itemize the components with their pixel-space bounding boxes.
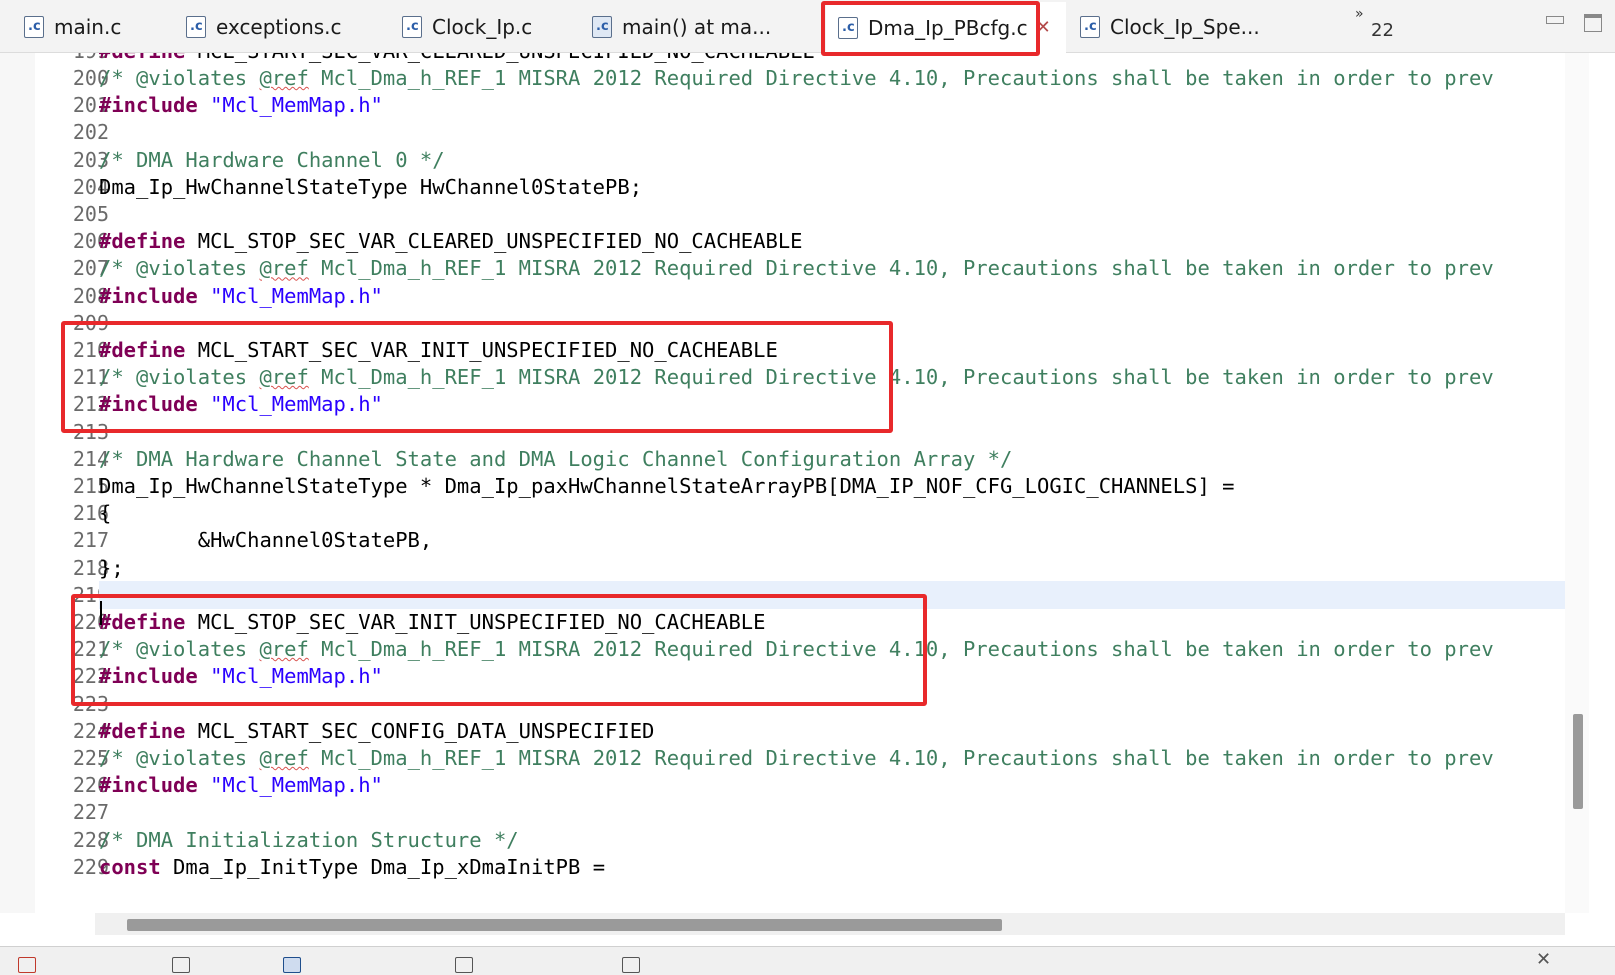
line-number: 204	[72, 174, 109, 199]
code-line[interactable]: #define MCL_START_SEC_CONFIG_DATA_UNSPEC…	[99, 717, 654, 745]
tab-label: main.c	[54, 15, 122, 39]
code-editor[interactable]: 1992002012022032042052062072082092102112…	[0, 53, 1615, 913]
line-number: 219	[72, 582, 109, 607]
line-number-gutter: 1992002012022032042052062072082092102112…	[35, 53, 109, 913]
hidden-tab-count: 22	[1371, 20, 1394, 41]
bottom-tab[interactable]	[18, 951, 50, 975]
line-number: 215	[72, 474, 109, 498]
c-file-icon: .c	[402, 16, 422, 38]
code-line[interactable]: #define MCL_START_SEC_VAR_INIT_UNSPECIFI…	[99, 336, 778, 364]
line-number: 203	[72, 147, 109, 172]
code-line[interactable]: #define MCL_STOP_SEC_VAR_INIT_UNSPECIFIE…	[99, 608, 765, 636]
code-line[interactable]: #include "Mcl_MemMap.h"	[99, 390, 383, 418]
editor-tab-bar: .c main.c .c exceptions.c .c Clock_Ip.c …	[0, 0, 1615, 53]
line-number: 223	[72, 691, 109, 716]
c-file-icon: .c	[838, 16, 858, 39]
line-number: 202	[72, 120, 109, 145]
line-number: 210	[72, 338, 109, 362]
tab-label: Clock_Ip_Spe...	[1110, 15, 1260, 39]
line-number: 222	[72, 664, 109, 689]
close-panel-icon[interactable]: ✕	[1536, 949, 1551, 970]
code-line[interactable]: #include "Mcl_MemMap.h"	[99, 771, 383, 799]
tasks-icon	[172, 957, 190, 973]
horizontal-scroll-thumb[interactable]	[127, 919, 1002, 931]
line-number: 213	[72, 419, 109, 444]
code-line[interactable]: /* @violates @ref Mcl_Dma_h_REF_1 MISRA …	[99, 635, 1494, 663]
line-number: 211	[72, 365, 109, 390]
line-number: 229	[72, 854, 109, 879]
tab-clock-ip-spe[interactable]: .c Clock_Ip_Spe...	[1076, 2, 1260, 52]
text-caret	[100, 601, 102, 625]
bottom-tab[interactable]	[283, 951, 315, 975]
code-area[interactable]: #define MCL_START_SEC_VAR_CLEARED_UNSPEC…	[99, 53, 1565, 913]
tab-clock-ip-c[interactable]: .c Clock_Ip.c	[398, 2, 532, 52]
tab-label: main() at ma...	[622, 15, 772, 39]
maximize-icon[interactable]	[1584, 14, 1602, 32]
code-line[interactable]: #include "Mcl_MemMap.h"	[99, 282, 383, 310]
code-line[interactable]: /* @violates @ref Mcl_Dma_h_REF_1 MISRA …	[99, 744, 1494, 772]
line-number: 228	[72, 827, 109, 852]
line-number: 214	[72, 446, 109, 471]
horizontal-scrollbar[interactable]	[95, 913, 1565, 935]
line-number: 208	[72, 283, 109, 308]
bottom-tab[interactable]	[622, 951, 654, 975]
code-line[interactable]: /* DMA Hardware Channel 0 */	[99, 146, 445, 174]
code-line[interactable]: };	[99, 554, 124, 582]
line-number: 226	[72, 773, 109, 798]
line-number: 220	[72, 610, 109, 634]
bottom-panel-tabs: ✕	[0, 946, 1615, 975]
code-line[interactable]: /* @violates @ref Mcl_Dma_h_REF_1 MISRA …	[99, 254, 1494, 282]
problems-icon	[18, 957, 36, 973]
line-number: 225	[72, 746, 109, 770]
vertical-scroll-thumb[interactable]	[1573, 714, 1583, 809]
tab-dma-ip-pbcfg-c[interactable]: .c Dma_Ip_PBcfg.c ✕	[826, 2, 1066, 53]
annotation-ruler	[0, 53, 35, 913]
bottom-tab[interactable]	[172, 951, 204, 975]
line-number: 216	[72, 501, 109, 526]
code-line[interactable]: /* @violates @ref Mcl_Dma_h_REF_1 MISRA …	[99, 363, 1494, 391]
code-line[interactable]: /* @violates @ref Mcl_Dma_h_REF_1 MISRA …	[99, 64, 1494, 92]
code-line[interactable]	[99, 580, 1565, 609]
c-file-icon: .c	[24, 16, 44, 38]
c-file-icon: .c	[1080, 16, 1100, 38]
code-line[interactable]: #include "Mcl_MemMap.h"	[99, 662, 383, 690]
c-file-icon: .c	[592, 16, 612, 38]
minimize-icon[interactable]	[1546, 16, 1564, 24]
line-number: 221	[72, 637, 109, 662]
tab-label: exceptions.c	[216, 15, 342, 39]
tab-main-debug[interactable]: .c main() at ma...	[588, 2, 771, 52]
close-tab-icon[interactable]: ✕	[1036, 17, 1051, 38]
line-number: 205	[72, 202, 109, 226]
line-number: 200	[72, 66, 109, 90]
line-number: 218	[72, 555, 109, 580]
c-file-icon: .c	[186, 16, 206, 38]
code-line[interactable]: Dma_Ip_HwChannelStateType HwChannel0Stat…	[99, 173, 642, 201]
code-line[interactable]: &HwChannel0StatePB,	[99, 526, 433, 554]
code-line[interactable]: /* DMA Initialization Structure */	[99, 826, 519, 854]
search-icon	[622, 957, 640, 973]
line-number: 209	[72, 310, 109, 335]
line-number: 206	[72, 229, 109, 254]
code-line[interactable]: const Dma_Ip_InitType Dma_Ip_xDmaInitPB …	[99, 853, 605, 881]
vertical-scrollbar[interactable]	[1565, 53, 1589, 913]
bottom-tab[interactable]	[455, 951, 487, 975]
code-line[interactable]: #include "Mcl_MemMap.h"	[99, 91, 383, 119]
line-number: 217	[72, 528, 109, 553]
tab-main-c[interactable]: .c main.c	[20, 2, 121, 52]
code-line[interactable]: /* DMA Hardware Channel State and DMA Lo…	[99, 445, 1012, 473]
console-icon	[283, 957, 301, 973]
line-number: 224	[72, 718, 109, 743]
tab-label: Dma_Ip_PBcfg.c	[868, 15, 1028, 40]
code-line[interactable]: Dma_Ip_HwChannelStateType * Dma_Ip_paxHw…	[99, 472, 1234, 500]
chevron-right-icon: »	[1355, 6, 1364, 22]
tab-exceptions-c[interactable]: .c exceptions.c	[182, 2, 342, 52]
line-number: 227	[72, 800, 109, 825]
code-line[interactable]: {	[99, 499, 111, 527]
line-number: 212	[72, 392, 109, 417]
line-number: 207	[72, 256, 109, 281]
tab-label: Clock_Ip.c	[432, 15, 533, 39]
line-number: 201	[72, 93, 109, 118]
properties-icon	[455, 957, 473, 973]
code-line[interactable]: #define MCL_STOP_SEC_VAR_CLEARED_UNSPECI…	[99, 227, 803, 255]
